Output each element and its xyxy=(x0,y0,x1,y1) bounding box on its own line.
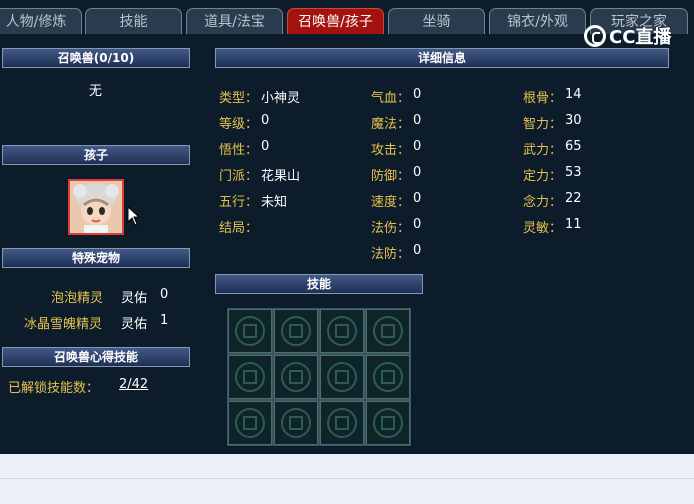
special-pet-bless-value: 0 xyxy=(160,287,169,302)
special-pet-bless-label: 灵佑 xyxy=(121,317,148,332)
detail-value: 0 xyxy=(413,139,422,154)
detail-value: 65 xyxy=(565,139,582,154)
mouse-cursor-icon xyxy=(127,206,141,226)
detail-value: 未知 xyxy=(261,195,288,210)
detail-label: 类型： xyxy=(219,91,259,106)
skill-slot[interactable] xyxy=(274,401,318,445)
bottom-strip xyxy=(0,454,694,504)
detail-label: 魔法： xyxy=(371,117,411,132)
tab-skills[interactable]: 技能 xyxy=(85,8,182,34)
special-pet-bless-value: 1 xyxy=(160,313,169,328)
special-pet-bless-label: 灵佑 xyxy=(121,291,148,306)
detail-value: 22 xyxy=(565,191,582,206)
tab-character-cultivation[interactable]: 人物/修炼 xyxy=(0,8,82,34)
skill-slot[interactable] xyxy=(320,401,364,445)
unlocked-skills-count[interactable]: 2/42 xyxy=(119,377,148,392)
detail-label: 门派： xyxy=(219,169,259,184)
detail-value: 0 xyxy=(261,139,270,154)
cc-logo-icon xyxy=(584,25,606,47)
rune-slot-icon xyxy=(373,362,403,392)
skill-grid xyxy=(227,308,411,446)
special-pet-name: 泡泡精灵 xyxy=(51,291,104,306)
tab-summon-child[interactable]: 召唤兽/孩子 xyxy=(287,8,384,34)
detail-value: 14 xyxy=(565,87,582,102)
rune-slot-icon xyxy=(281,362,311,392)
rune-slot-icon xyxy=(373,316,403,346)
skill-slot[interactable] xyxy=(228,355,272,399)
skill-slot[interactable] xyxy=(320,309,364,353)
skill-slot[interactable] xyxy=(366,309,410,353)
cc-live-logo: CC直播 xyxy=(584,25,672,48)
detail-label: 速度： xyxy=(371,195,411,210)
detail-value: 30 xyxy=(565,113,582,128)
rune-slot-icon xyxy=(281,408,311,438)
rune-slot-icon xyxy=(235,316,265,346)
detail-label: 智力： xyxy=(523,117,563,132)
skill-slot[interactable] xyxy=(366,401,410,445)
rune-slot-icon xyxy=(327,316,357,346)
detail-value: 0 xyxy=(413,165,422,180)
rune-slot-icon xyxy=(327,362,357,392)
rune-slot-icon xyxy=(327,408,357,438)
detail-label: 念力： xyxy=(523,195,563,210)
detail-label: 法伤： xyxy=(371,221,411,236)
detail-label: 气血： xyxy=(371,91,411,106)
detail-value: 0 xyxy=(261,113,270,128)
rune-slot-icon xyxy=(235,408,265,438)
rune-slot-icon xyxy=(373,408,403,438)
detail-value: 0 xyxy=(413,217,422,232)
detail-label: 攻击： xyxy=(371,143,411,158)
detail-value: 53 xyxy=(565,165,582,180)
detail-value: 0 xyxy=(413,87,422,102)
unlocked-skills-label: 已解锁技能数： xyxy=(8,381,100,396)
tab-outfit-appearance[interactable]: 锦衣/外观 xyxy=(489,8,586,34)
detail-value: 11 xyxy=(565,217,582,232)
skill-slot[interactable] xyxy=(228,309,272,353)
rune-slot-icon xyxy=(281,316,311,346)
special-pet-name: 冰晶雪魄精灵 xyxy=(24,317,103,332)
detail-label: 五行： xyxy=(219,195,259,210)
detail-label: 防御： xyxy=(371,169,411,184)
skill-slot[interactable] xyxy=(228,401,272,445)
skills-header: 技能 xyxy=(215,274,423,294)
detail-label: 武力： xyxy=(523,143,563,158)
skill-slot[interactable] xyxy=(366,355,410,399)
detail-value: 0 xyxy=(413,191,422,206)
detail-label: 结局： xyxy=(219,221,259,236)
detail-label: 等级： xyxy=(219,117,259,132)
skill-slot[interactable] xyxy=(274,309,318,353)
bottom-divider xyxy=(0,478,694,479)
details-header: 详细信息 xyxy=(215,48,669,68)
detail-label: 法防： xyxy=(371,247,411,262)
detail-value: 花果山 xyxy=(261,169,301,184)
detail-label: 灵敏： xyxy=(523,221,563,236)
skill-slot[interactable] xyxy=(274,355,318,399)
rune-slot-icon xyxy=(235,362,265,392)
child-avatar[interactable] xyxy=(68,179,124,235)
detail-value: 小神灵 xyxy=(261,91,301,106)
detail-label: 悟性： xyxy=(219,143,259,158)
detail-label: 定力： xyxy=(523,169,563,184)
tab-mount[interactable]: 坐骑 xyxy=(388,8,485,34)
detail-value: 0 xyxy=(413,113,422,128)
logo-text: CC直播 xyxy=(609,27,672,48)
child-portrait-icon xyxy=(70,181,122,233)
summon-empty-text: 无 xyxy=(89,84,103,99)
tab-items-treasure[interactable]: 道具/法宝 xyxy=(186,8,283,34)
detail-value: 0 xyxy=(413,243,422,258)
child-header: 孩子 xyxy=(2,145,190,165)
detail-label: 根骨： xyxy=(523,91,563,106)
special-pets-header: 特殊宠物 xyxy=(2,248,190,268)
summon-panel: 人物/修炼 技能 道具/法宝 召唤兽/孩子 坐骑 锦衣/外观 玩家之家 CC直播… xyxy=(0,0,694,454)
skill-insight-header: 召唤兽心得技能 xyxy=(2,347,190,367)
skill-slot[interactable] xyxy=(320,355,364,399)
summon-header: 召唤兽(0/10) xyxy=(2,48,190,68)
